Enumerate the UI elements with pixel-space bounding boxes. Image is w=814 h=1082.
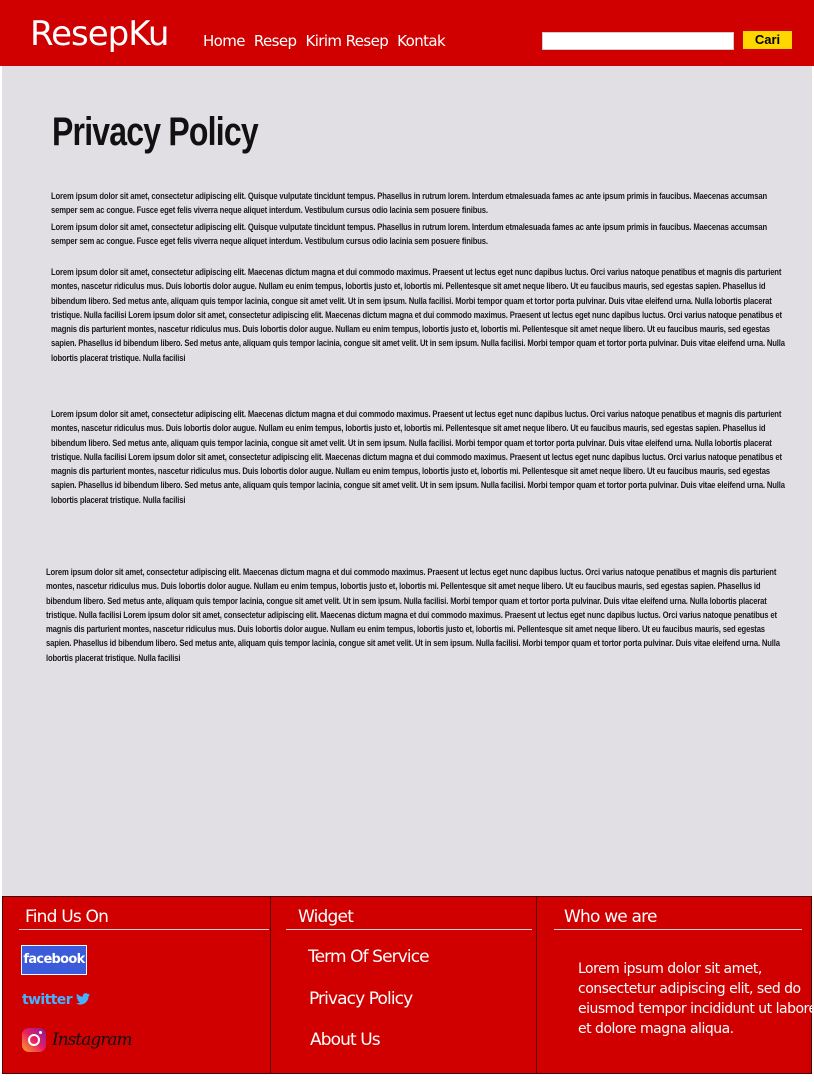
divider: [19, 929, 269, 930]
find-us-title: Find Us On: [25, 907, 109, 927]
divider: [286, 929, 532, 930]
term-of-service-link[interactable]: Term Of Service: [308, 947, 430, 967]
footer-who-we-are: Who we are Lorem ipsum dolor sit amet, c…: [538, 897, 814, 1073]
policy-paragraph: Lorem ipsum dolor sit amet, consectetur …: [51, 191, 767, 217]
footer-find-us: Find Us On facebook twitter Instagram: [3, 897, 271, 1073]
search-button[interactable]: Cari: [743, 31, 792, 49]
facebook-link[interactable]: facebook: [21, 945, 87, 975]
policy-paragraph: Lorem ipsum dolor sit amet, consectetur …: [46, 567, 780, 664]
twitter-link[interactable]: twitter: [22, 992, 91, 1008]
main-content: Privacy Policy Lorem ipsum dolor sit ame…: [2, 66, 812, 896]
nav-kirim-resep[interactable]: Kirim Resep: [305, 32, 388, 50]
page-title: Privacy Policy: [52, 110, 259, 154]
footer-widget: Widget Term Of Service Privacy Policy Ab…: [272, 897, 537, 1073]
search-input[interactable]: [542, 32, 734, 50]
site-logo[interactable]: ResepKu: [30, 14, 169, 54]
site-footer: Find Us On facebook twitter Instagram Wi…: [2, 896, 814, 1074]
site-header: ResepKu Home Resep Kirim Resep Kontak Ca…: [0, 0, 814, 66]
instagram-icon: [22, 1028, 46, 1052]
main-nav: Home Resep Kirim Resep Kontak: [203, 32, 446, 50]
about-us-link[interactable]: About Us: [310, 1030, 381, 1050]
nav-resep[interactable]: Resep: [254, 32, 297, 50]
twitter-label: twitter: [22, 992, 73, 1008]
instagram-link[interactable]: Instagram: [22, 1028, 133, 1052]
widget-title: Widget: [298, 907, 354, 927]
instagram-label: Instagram: [52, 1030, 133, 1050]
policy-paragraph: Lorem ipsum dolor sit amet, consectetur …: [51, 267, 785, 364]
nav-home[interactable]: Home: [203, 32, 246, 50]
who-we-are-text: Lorem ipsum dolor sit amet, consectetur …: [578, 961, 814, 1037]
twitter-bird-icon: [76, 993, 91, 1005]
policy-paragraph: Lorem ipsum dolor sit amet, consectetur …: [51, 222, 767, 248]
divider: [554, 929, 802, 930]
nav-kontak[interactable]: Kontak: [397, 32, 446, 50]
privacy-policy-link[interactable]: Privacy Policy: [309, 989, 413, 1009]
policy-paragraph: Lorem ipsum dolor sit amet, consectetur …: [51, 409, 785, 506]
who-we-are-title: Who we are: [564, 907, 657, 927]
